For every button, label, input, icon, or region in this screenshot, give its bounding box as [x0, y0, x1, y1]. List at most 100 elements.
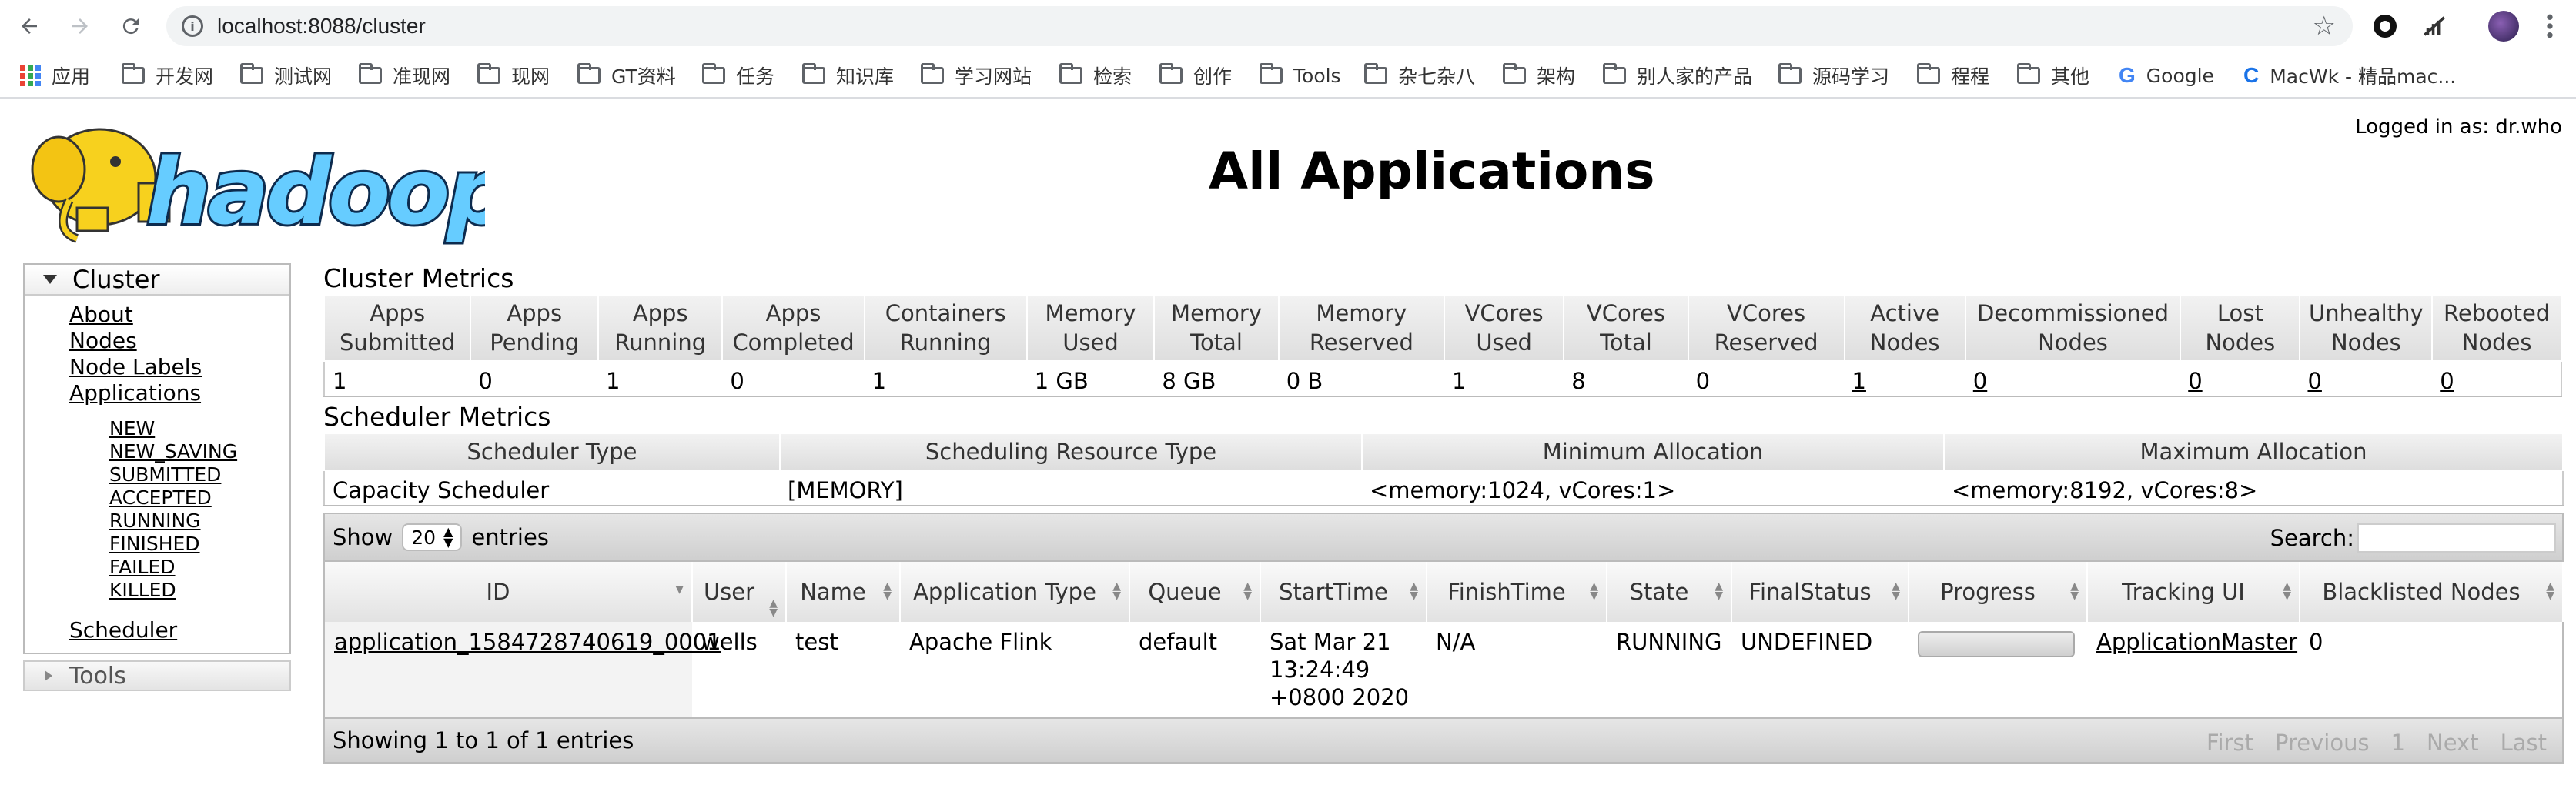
scheduler-header: Scheduler Type [323, 433, 781, 471]
bookmark-folder[interactable]: GT资料 [577, 62, 676, 89]
column-header-progress[interactable]: Progress ▲ ▼ [1909, 562, 2088, 622]
bookmark-star-icon[interactable]: ☆ [2313, 11, 2336, 42]
column-header-finalstatus[interactable]: FinalStatus ▲ ▼ [1731, 562, 1909, 622]
column-header-application-type[interactable]: Application Type ▲ ▼ [900, 562, 1130, 622]
info-icon[interactable]: i [182, 15, 203, 37]
column-header-queue[interactable]: Queue ▲ ▼ [1129, 562, 1261, 622]
bookmark-label: 学习网站 [955, 65, 1032, 88]
folder-icon [802, 63, 825, 84]
column-header-name[interactable]: Name ▲ ▼ [786, 562, 901, 622]
sidebar-link-about[interactable]: About [69, 302, 289, 328]
metric-value: 8 GB [1154, 361, 1279, 397]
sidebar-link-scheduler[interactable]: Scheduler [69, 617, 289, 643]
metric-value: 1 [864, 361, 1027, 397]
sidebar-link-nodes[interactable]: Nodes [69, 328, 289, 354]
bookmark-label: 准现网 [393, 65, 451, 88]
entries-label: entries [471, 524, 549, 550]
bookmark-folder[interactable]: 杂七杂八 [1364, 62, 1475, 89]
folder-icon [122, 63, 145, 84]
unhealthy-nodes-cell: 0 [2300, 361, 2433, 397]
bookmark-folder[interactable]: 任务 [702, 62, 774, 89]
state-link-killed[interactable]: KILLED [109, 579, 289, 602]
bookmark-folder[interactable]: 学习网站 [921, 62, 1032, 89]
folder-icon [1603, 63, 1626, 84]
bookmark-macwk[interactable]: C MacWk - 精品mac... [2243, 62, 2456, 89]
state-link-failed[interactable]: FAILED [109, 556, 289, 579]
state-link-running[interactable]: RUNNING [109, 510, 289, 533]
bookmark-folder[interactable]: 测试网 [240, 62, 332, 89]
bookmark-folder[interactable]: 现网 [477, 62, 550, 89]
sidebar-link-applications[interactable]: Applications [69, 380, 289, 406]
lost-nodes-link[interactable]: 0 [2188, 368, 2202, 394]
state-link-submitted[interactable]: SUBMITTED [109, 463, 289, 486]
bookmark-folder[interactable]: 开发网 [122, 62, 213, 89]
unhealthy-nodes-link[interactable]: 0 [2307, 368, 2321, 394]
bookmark-folder[interactable]: 其他 [2017, 62, 2089, 89]
column-header-id[interactable]: ID ▼ [324, 562, 693, 622]
cluster-panel: Cluster About Nodes Node Labels Applicat… [23, 263, 291, 654]
back-arrow-icon[interactable] [14, 11, 45, 42]
profile-avatar[interactable] [2487, 9, 2521, 43]
bookmark-folder[interactable]: 别人家的产品 [1603, 62, 1752, 89]
forward-arrow-icon[interactable] [65, 11, 95, 42]
bookmark-apps[interactable]: 应用 [20, 62, 90, 89]
scheduler-header-row: Scheduler Type Scheduling Resource Type … [323, 433, 2564, 471]
active-nodes-link[interactable]: 1 [1852, 368, 1866, 394]
state-link-new-saving[interactable]: NEW_SAVING [109, 440, 289, 463]
metric-header: Containers Running [863, 294, 1028, 362]
column-label: ID [486, 579, 510, 605]
tools-header[interactable]: Tools [23, 660, 291, 691]
sort-icon: ▲ ▼ [1410, 580, 1418, 602]
folder-icon [1778, 63, 1802, 84]
bookmark-folder[interactable]: 检索 [1059, 62, 1132, 89]
metric-header: Apps Running [597, 294, 724, 362]
menu-kebab-icon[interactable] [2533, 9, 2567, 43]
macwk-icon: C [2243, 63, 2260, 87]
triangle-down-icon [43, 275, 57, 284]
pager-page-1-button[interactable]: 1 [2391, 730, 2405, 756]
column-header-finishtime[interactable]: FinishTime ▲ ▼ [1427, 562, 1607, 622]
reload-icon[interactable] [115, 11, 146, 42]
search-input[interactable] [2357, 523, 2556, 553]
column-header-starttime[interactable]: StartTime ▲ ▼ [1260, 562, 1427, 622]
extension-signal-icon[interactable] [2417, 9, 2451, 43]
bookmark-folder[interactable]: 架构 [1503, 62, 1575, 89]
tracking-ui-link[interactable]: ApplicationMaster [2096, 629, 2297, 655]
column-header-state[interactable]: State ▲ ▼ [1607, 562, 1732, 622]
state-link-accepted[interactable]: ACCEPTED [109, 486, 289, 510]
column-header-user[interactable]: User ▲ ▼ [692, 562, 787, 622]
bookmark-label: MacWk - 精品mac... [2270, 65, 2457, 88]
extension-circle-icon[interactable] [2368, 9, 2402, 43]
google-icon: G [2119, 63, 2136, 87]
app-tracking-cell: ApplicationMaster [2087, 622, 2300, 717]
decommissioned-nodes-link[interactable]: 0 [1973, 368, 1987, 394]
url-text[interactable]: localhost:8088/cluster [217, 14, 426, 38]
pager-last-button[interactable]: Last [2501, 730, 2547, 756]
state-link-new[interactable]: NEW [109, 417, 289, 440]
column-header-blacklisted-nodes[interactable]: Blacklisted Nodes ▲ ▼ [2300, 562, 2564, 622]
decommissioned-nodes-cell: 0 [1965, 361, 2181, 397]
rebooted-nodes-link[interactable]: 0 [2440, 368, 2454, 394]
sidebar: Cluster About Nodes Node Labels Applicat… [23, 263, 291, 691]
pager-first-button[interactable]: First [2206, 730, 2253, 756]
sidebar-link-node-labels[interactable]: Node Labels [69, 354, 289, 380]
bookmark-google[interactable]: G Google [2119, 62, 2214, 89]
cluster-header[interactable]: Cluster [25, 265, 289, 296]
pager-next-button[interactable]: Next [2427, 730, 2479, 756]
hadoop-page: Logged in as: dr.who hadoop All Applicat… [0, 100, 2576, 802]
bookmark-folder[interactable]: 知识库 [802, 62, 894, 89]
bookmark-folder[interactable]: 程程 [1917, 62, 1989, 89]
bookmark-folder[interactable]: 准现网 [359, 62, 450, 89]
pager-previous-button[interactable]: Previous [2275, 730, 2370, 756]
bookmark-folder[interactable]: 创作 [1159, 62, 1232, 89]
state-link-finished[interactable]: FINISHED [109, 533, 289, 556]
scheduler-value: [MEMORY] [780, 470, 1362, 506]
bookmark-folder[interactable]: 源码学习 [1778, 62, 1889, 89]
address-bar[interactable]: i localhost:8088/cluster ☆ [166, 6, 2353, 46]
app-id-link[interactable]: application_1584728740619_0001 [334, 629, 721, 655]
entries-select[interactable]: 20 ▲ ▼ [402, 523, 463, 551]
active-nodes-cell: 1 [1844, 361, 1965, 397]
column-header-tracking-ui[interactable]: Tracking UI ▲ ▼ [2087, 562, 2300, 622]
cluster-metrics-table: Apps Submitted Apps Pending Apps Running… [323, 294, 2562, 397]
bookmark-folder[interactable]: Tools [1260, 62, 1341, 89]
